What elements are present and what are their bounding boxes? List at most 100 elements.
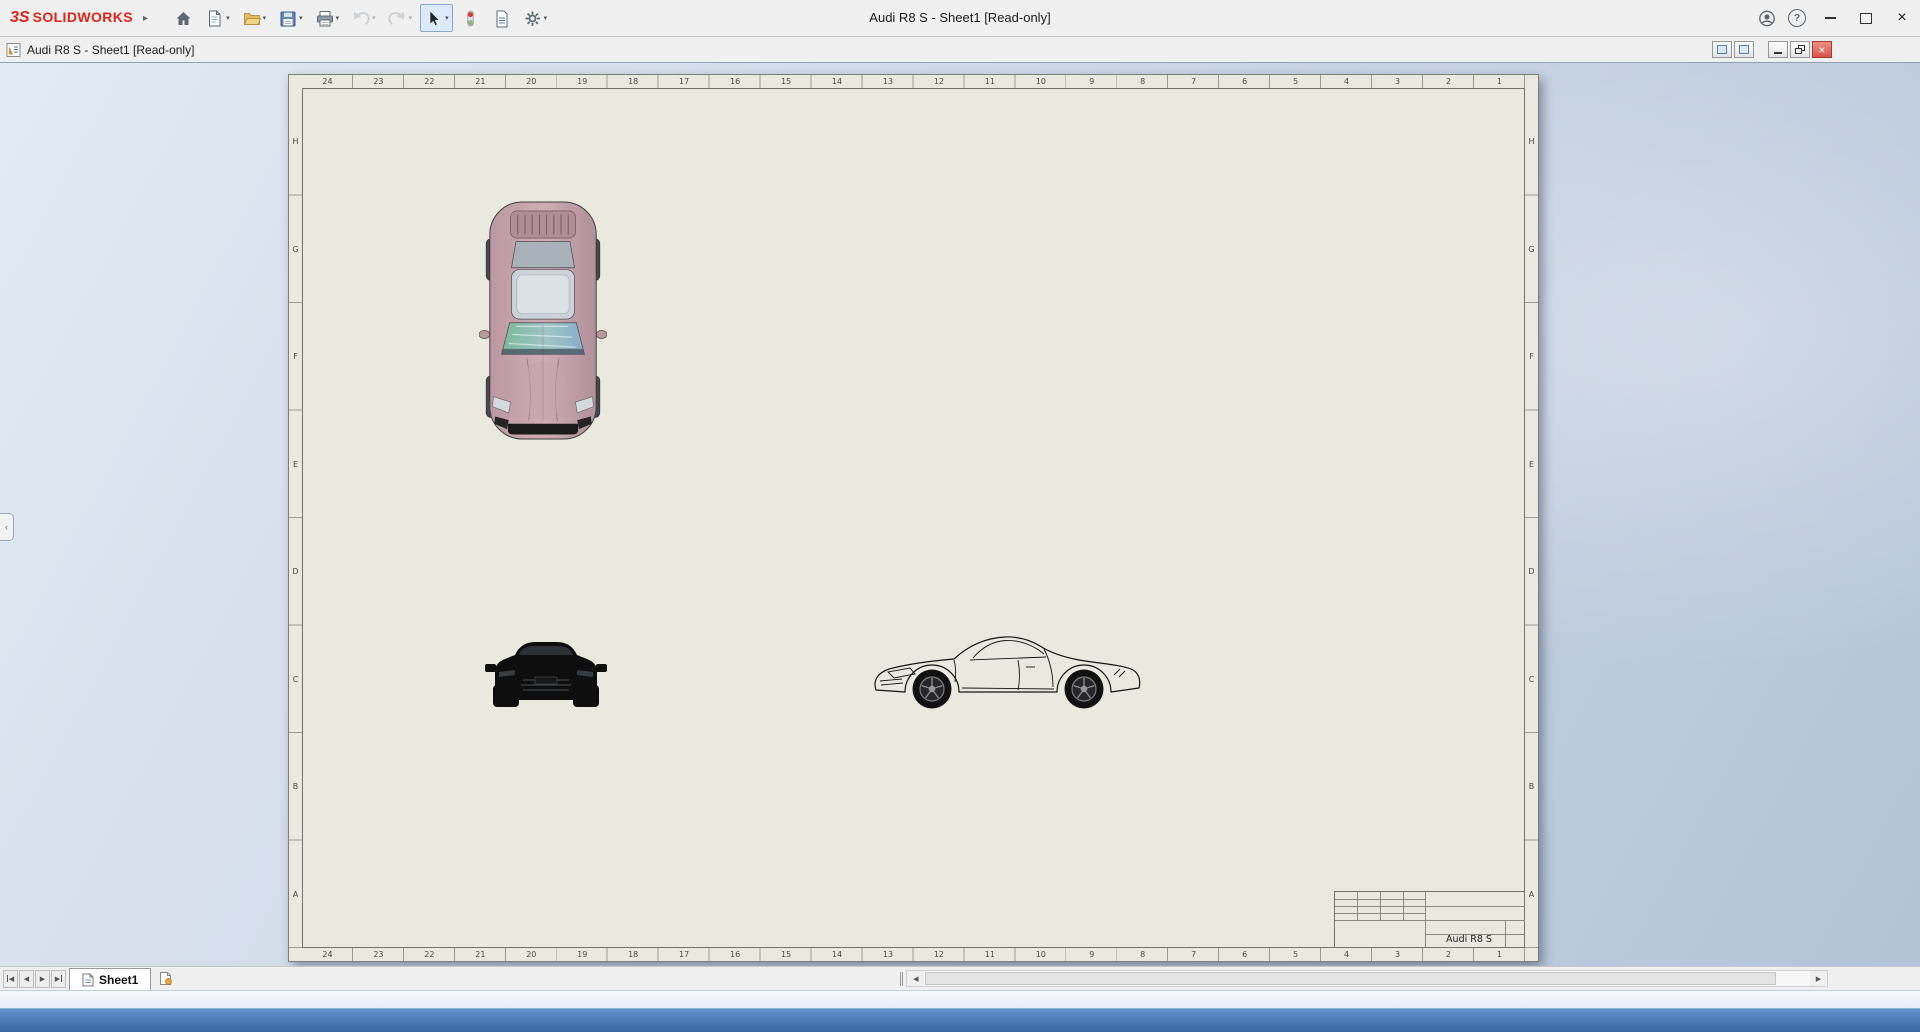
tab-strip-spacer <box>181 967 897 990</box>
scroll-right-icon: ▶ <box>1815 975 1822 983</box>
window-pane-button-2[interactable] <box>1734 41 1754 58</box>
scrollbar-track[interactable] <box>924 971 1810 986</box>
minimize-icon <box>1774 52 1782 54</box>
graphics-area: ‹ 24 23 22 21 20 19 18 17 16 15 14 13 12 11 10 9 8 7 6 5 4 3 2… <box>0 63 1920 966</box>
redo-button[interactable]: ▾ <box>384 4 417 32</box>
save-button[interactable]: ▾ <box>274 4 307 32</box>
last-sheet-button[interactable]: ▶ <box>51 969 66 988</box>
zone-label: 20 <box>526 950 537 959</box>
zone-label: 13 <box>882 77 894 86</box>
dassault-logo-glyph: 3S <box>10 9 30 26</box>
previous-sheet-button[interactable]: ◀ <box>19 969 34 988</box>
first-sheet-button[interactable]: ◀ <box>3 969 18 988</box>
add-sheet-button[interactable] <box>151 967 181 990</box>
zone-label: 3 <box>1394 950 1401 959</box>
scroll-right-button[interactable]: ▶ <box>1810 971 1827 986</box>
close-icon: × <box>1897 9 1907 26</box>
title-block-line <box>1403 892 1404 920</box>
user-account-button[interactable] <box>1752 0 1782 36</box>
title-block-part-name: Audi R8 S <box>1446 934 1492 945</box>
rebuild-button[interactable] <box>457 4 484 32</box>
zone-label: 12 <box>933 77 944 86</box>
zone-label: 14 <box>831 950 843 959</box>
zone-label: F <box>1529 352 1534 362</box>
drawing-document-icon <box>6 42 21 57</box>
new-document-button[interactable]: ▾ <box>201 4 234 32</box>
featuremanager-flyout-tab[interactable]: ‹ <box>0 513 14 541</box>
zone-label: 15 <box>780 950 792 959</box>
document-minimize-button[interactable] <box>1768 41 1788 58</box>
zone-band-bottom: 24 23 22 21 20 19 18 17 16 15 14 13 12 11 10 9 8 7 6 5 4 3 2 1 <box>302 947 1525 961</box>
scrollbar-thumb[interactable] <box>925 972 1776 985</box>
dropdown-arrow-icon[interactable]: ▾ <box>263 14 267 22</box>
zone-label: 10 <box>1035 77 1046 86</box>
home-button[interactable] <box>170 4 197 32</box>
zone-label: 5 <box>1293 77 1299 86</box>
title-block-line <box>1357 892 1358 920</box>
undo-button[interactable]: ▾ <box>347 4 380 32</box>
maximize-button[interactable] <box>1848 0 1884 36</box>
tab-sheet1[interactable]: Sheet1 <box>69 968 152 990</box>
zone-label: 9 <box>1089 950 1095 959</box>
tab-scrollbar-splitter[interactable] <box>897 967 906 990</box>
zone-band-left: H G F E D C B A <box>289 88 303 948</box>
print-button[interactable]: ▾ <box>311 4 344 32</box>
last-sheet-icon: ▶ <box>54 975 61 983</box>
dropdown-arrow-icon[interactable]: ▾ <box>226 14 230 22</box>
zone-label: 1 <box>1496 950 1502 959</box>
solidworks-wordmark: SOLIDWORKS <box>32 9 134 25</box>
zone-label: 10 <box>1035 950 1046 959</box>
status-bar <box>0 990 1920 1008</box>
zone-label: 23 <box>373 77 384 86</box>
titlebar-right-controls: ? × <box>1752 0 1920 36</box>
drawing-view-front[interactable] <box>485 633 607 710</box>
restore-icon <box>1795 45 1805 54</box>
select-tool-button[interactable]: ▾ <box>420 4 453 32</box>
gear-icon <box>525 11 540 26</box>
dropdown-arrow-icon[interactable]: ▾ <box>409 14 413 22</box>
dropdown-arrow-icon[interactable]: ▾ <box>445 14 449 22</box>
document-restore-button[interactable] <box>1790 41 1810 58</box>
new-document-icon <box>209 10 221 26</box>
file-properties-button[interactable] <box>488 4 515 32</box>
zone-label: 24 <box>322 77 333 86</box>
zone-label: B <box>1528 782 1535 792</box>
title-block-line <box>1425 892 1426 948</box>
document-close-button[interactable]: × <box>1812 41 1832 58</box>
open-button[interactable]: ▾ <box>238 4 271 32</box>
drawing-view-top[interactable] <box>479 186 607 455</box>
dropdown-arrow-icon[interactable]: ▾ <box>544 14 548 22</box>
zone-label: 6 <box>1242 950 1248 959</box>
window-pane-button-1[interactable] <box>1712 41 1732 58</box>
zone-band-top: 24 23 22 21 20 19 18 17 16 15 14 13 12 11 10 9 8 7 6 5 4 3 2 1 <box>302 75 1525 89</box>
options-button[interactable]: ▾ <box>519 4 552 32</box>
solidworks-logo: 3S SOLIDWORKS <box>10 9 133 27</box>
dropdown-arrow-icon[interactable]: ▾ <box>299 14 303 22</box>
zone-label: F <box>293 352 298 362</box>
window-pane-icon <box>1717 45 1727 54</box>
zone-label: 20 <box>526 77 537 86</box>
drawing-sheet[interactable]: 24 23 22 21 20 19 18 17 16 15 14 13 12 11 10 9 8 7 6 5 4 3 2 1 … <box>288 74 1539 962</box>
help-button[interactable]: ? <box>1782 0 1812 36</box>
zone-label: 24 <box>322 950 333 959</box>
zone-label: D <box>292 567 299 577</box>
title-block: Audi R8 S <box>1334 891 1525 948</box>
undo-icon <box>354 11 370 25</box>
dropdown-arrow-icon[interactable]: ▾ <box>372 14 376 22</box>
zone-label: 13 <box>882 950 894 959</box>
drawing-view-side[interactable] <box>870 627 1146 712</box>
next-sheet-button[interactable]: ▶ <box>35 969 50 988</box>
add-sheet-icon <box>160 972 173 985</box>
dropdown-arrow-icon[interactable]: ▾ <box>336 14 340 22</box>
zone-label: 14 <box>831 77 843 86</box>
close-button[interactable]: × <box>1884 0 1920 36</box>
menu-expand-arrow[interactable]: ▸ <box>139 11 152 26</box>
minimize-button[interactable] <box>1812 0 1848 36</box>
sheet-tab-label: Sheet1 <box>99 972 139 987</box>
document-title: Audi R8 S - Sheet1 [Read-only] <box>27 42 195 57</box>
zone-label: 11 <box>984 77 995 86</box>
zone-label: 9 <box>1089 77 1095 86</box>
maximize-icon <box>1860 12 1872 24</box>
scroll-left-button[interactable]: ◀ <box>907 971 925 986</box>
first-sheet-icon: ◀ <box>8 975 15 983</box>
